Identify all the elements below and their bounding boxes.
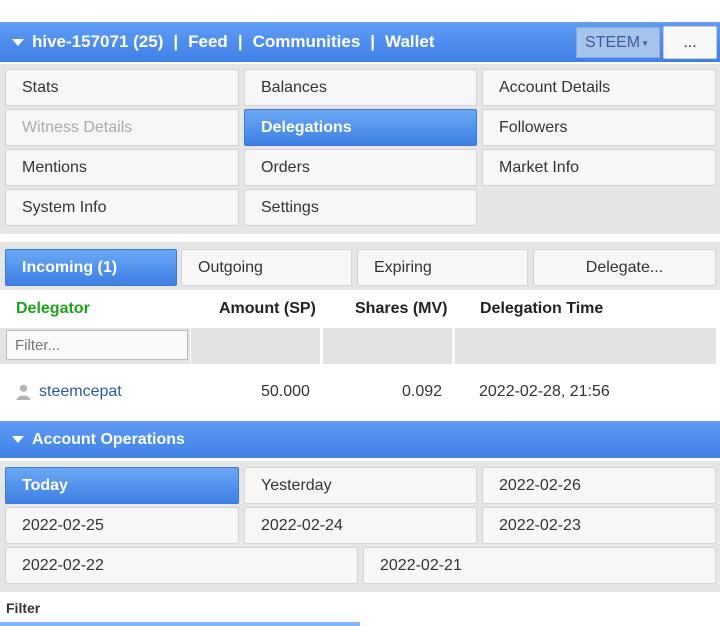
wallet-link[interactable]: Wallet xyxy=(385,32,434,52)
tab-incoming[interactable]: Incoming (1) xyxy=(5,249,177,286)
nav-witness-details: Witness Details xyxy=(5,109,239,146)
column-header-shares[interactable]: Shares (MV) xyxy=(355,300,447,318)
filter-cell-empty xyxy=(191,328,320,364)
operations-filter-label: Filter xyxy=(6,600,41,616)
delegator-link[interactable]: steemcepat xyxy=(39,383,122,401)
nav-mentions[interactable]: Mentions xyxy=(5,149,239,186)
day-2022-02-21[interactable]: 2022-02-21 xyxy=(363,547,716,584)
chain-select[interactable]: STEEM ▼ xyxy=(576,27,660,58)
column-header-amount[interactable]: Amount (SP) xyxy=(219,300,316,318)
column-header-delegator[interactable]: Delegator xyxy=(16,300,90,318)
filter-cell-empty xyxy=(455,328,716,364)
user-icon xyxy=(16,384,31,400)
separator: | xyxy=(237,32,243,51)
communities-link[interactable]: Communities xyxy=(253,32,361,52)
collapse-triangle-icon[interactable] xyxy=(12,38,24,46)
collapse-triangle-icon xyxy=(12,436,24,443)
account-operations-bar[interactable]: Account Operations xyxy=(0,421,720,458)
day-2022-02-22[interactable]: 2022-02-22 xyxy=(5,547,358,584)
nav-stats[interactable]: Stats xyxy=(5,69,239,106)
nav-settings[interactable]: Settings xyxy=(244,189,477,226)
chain-select-value: STEEM xyxy=(585,33,641,51)
day-2022-02-26[interactable]: 2022-02-26 xyxy=(482,467,716,504)
nav-balances[interactable]: Balances xyxy=(244,69,477,106)
nav-delegations[interactable]: Delegations xyxy=(244,109,477,146)
account-name-link[interactable]: hive-157071 (25) xyxy=(32,32,163,52)
tab-outgoing[interactable]: Outgoing xyxy=(181,249,352,286)
more-button[interactable]: ... xyxy=(663,26,717,59)
day-today[interactable]: Today xyxy=(5,467,239,504)
delegate-button[interactable]: Delegate... xyxy=(533,249,716,286)
feed-link[interactable]: Feed xyxy=(188,32,228,52)
delegator-filter-input[interactable] xyxy=(6,330,188,360)
day-2022-02-24[interactable]: 2022-02-24 xyxy=(244,507,477,544)
nav-account-details[interactable]: Account Details xyxy=(482,69,716,106)
day-2022-02-25[interactable]: 2022-02-25 xyxy=(5,507,239,544)
delegation-amount: 50.000 xyxy=(261,383,310,400)
tab-expiring[interactable]: Expiring xyxy=(357,249,528,286)
delegation-shares: 0.092 xyxy=(402,383,443,400)
filter-progress-bar xyxy=(0,622,360,626)
separator: | xyxy=(173,32,179,51)
delegation-time: 2022-02-28, 21:56 xyxy=(479,383,610,400)
account-operations-title: Account Operations xyxy=(32,430,185,448)
day-yesterday[interactable]: Yesterday xyxy=(244,467,477,504)
top-spacer xyxy=(0,0,720,22)
nav-market-info[interactable]: Market Info xyxy=(482,149,716,186)
nav-followers[interactable]: Followers xyxy=(482,109,716,146)
separator: | xyxy=(370,32,376,51)
nav-system-info[interactable]: System Info xyxy=(5,189,239,226)
day-2022-02-23[interactable]: 2022-02-23 xyxy=(482,507,716,544)
filter-cell-empty xyxy=(323,328,452,364)
chevron-down-icon: ▼ xyxy=(641,39,649,48)
nav-orders[interactable]: Orders xyxy=(244,149,477,186)
column-header-delegation-time[interactable]: Delegation Time xyxy=(480,300,603,318)
